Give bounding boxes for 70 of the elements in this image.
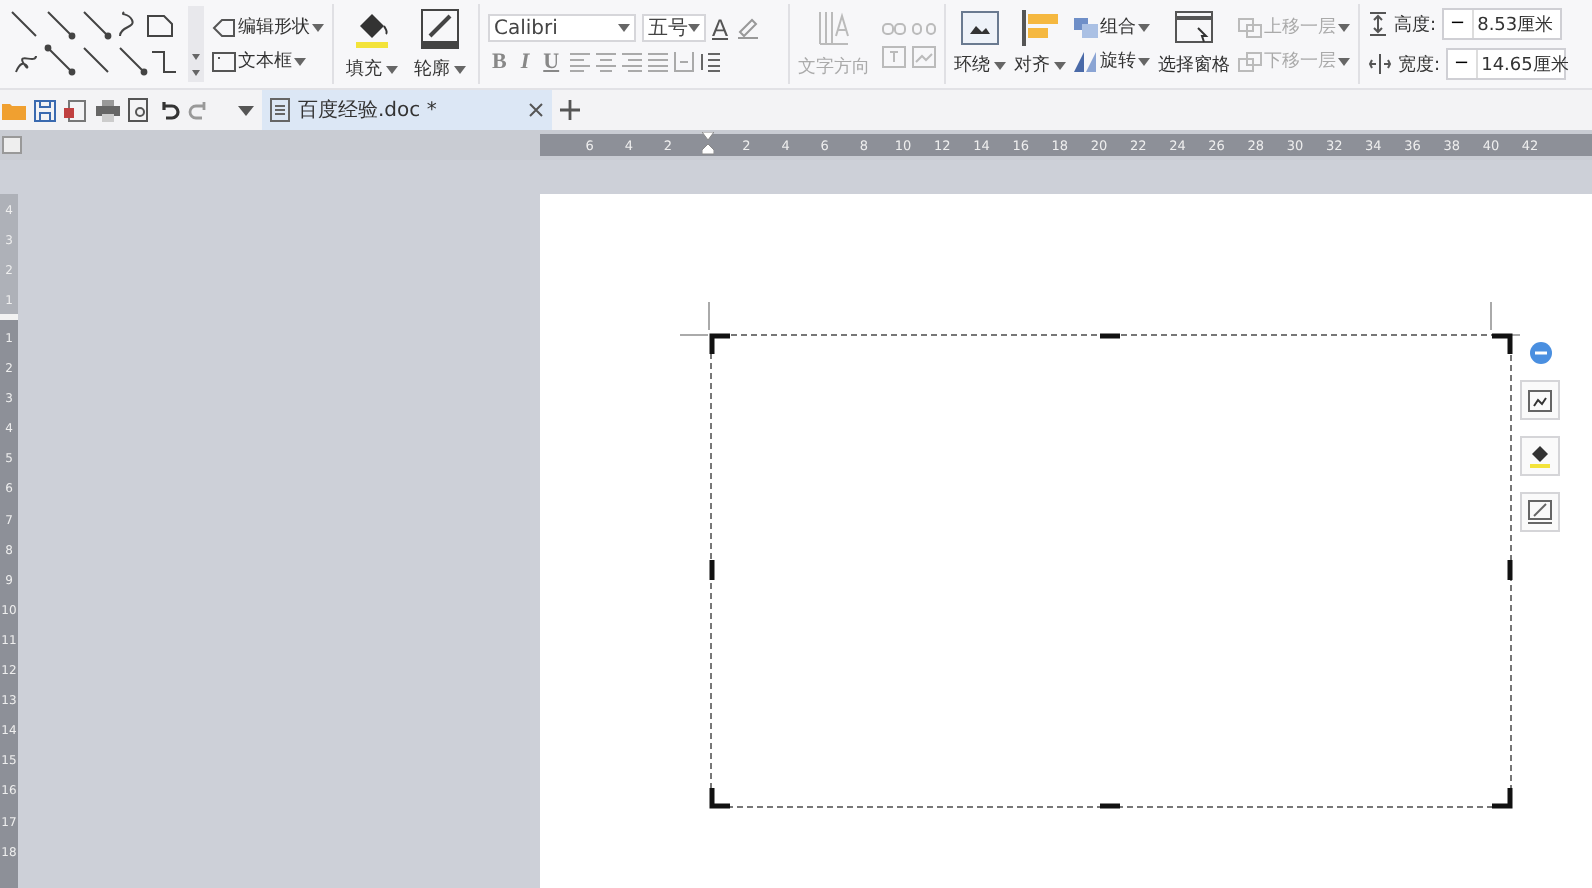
print-icon[interactable] xyxy=(96,99,120,121)
height-field[interactable]: − 8.53厘米 xyxy=(1442,8,1563,40)
font-name-dropdown[interactable]: Calibri xyxy=(488,14,636,42)
caret-icon xyxy=(1054,61,1066,69)
window-pane-icon xyxy=(1174,10,1214,46)
rotate-triangle-icon xyxy=(1074,51,1098,71)
caret-icon xyxy=(688,24,700,32)
width-field[interactable]: − 14.65厘米 xyxy=(1446,48,1567,80)
caret-icon xyxy=(454,65,466,73)
height-icon xyxy=(1368,12,1388,36)
highlight-icon[interactable] xyxy=(734,16,763,40)
decrement-button[interactable]: − xyxy=(1444,10,1474,38)
tab-stop-selector[interactable] xyxy=(2,136,22,154)
fill-button[interactable]: 填充 xyxy=(346,6,398,82)
outline-button[interactable] xyxy=(1520,492,1560,532)
text-box-icon xyxy=(212,51,236,71)
print-preview-icon[interactable] xyxy=(128,98,150,122)
caret-icon xyxy=(386,65,398,73)
undo-icon[interactable] xyxy=(158,100,180,120)
group-squares-icon xyxy=(1074,17,1098,37)
gallery-scroll-icon[interactable] xyxy=(188,6,204,82)
caret-icon xyxy=(618,24,630,32)
edit-shape-button[interactable]: 编辑形状 xyxy=(212,14,324,40)
caret-icon xyxy=(1338,23,1350,31)
width-icon xyxy=(1368,54,1392,74)
new-tab-icon[interactable] xyxy=(560,100,580,120)
indent-marker-icon[interactable] xyxy=(701,132,714,158)
caret-icon xyxy=(1138,57,1150,65)
caret-icon xyxy=(312,23,324,31)
align-bars-icon xyxy=(1020,10,1060,46)
caret-icon xyxy=(1138,23,1150,31)
paint-bucket-icon xyxy=(1528,444,1552,468)
fill-button[interactable] xyxy=(1520,436,1560,476)
caret-icon[interactable] xyxy=(238,105,254,115)
font-size-dropdown[interactable]: 五号 xyxy=(642,14,706,42)
layers-icon xyxy=(1238,17,1262,37)
group-button[interactable]: 组合 xyxy=(1074,14,1150,40)
edit-shape-icon xyxy=(212,17,236,37)
text-direction-icon xyxy=(814,8,854,48)
selection-pane-button[interactable]: 选择窗格 xyxy=(1158,10,1230,78)
document-tab[interactable]: 百度经验.doc * xyxy=(262,90,552,130)
text-box-button[interactable]: 文本框 xyxy=(212,48,324,74)
image-frame-icon xyxy=(912,45,936,67)
font-color-button[interactable]: A xyxy=(712,14,729,42)
redo-icon[interactable] xyxy=(188,100,210,120)
document-icon xyxy=(270,98,290,122)
pen-outline-icon xyxy=(418,6,462,50)
height-label: 高度: xyxy=(1394,13,1437,37)
caret-icon xyxy=(994,61,1006,69)
crop-mark xyxy=(680,301,710,336)
unlink-icon xyxy=(912,21,936,37)
pen-outline-icon xyxy=(1528,500,1552,524)
shape-gallery-drawing[interactable] xyxy=(8,8,180,80)
caret-icon xyxy=(1338,57,1350,65)
wrap-button[interactable]: 环绕 xyxy=(954,10,1006,78)
crop-mark xyxy=(1490,301,1520,336)
layout-options-button[interactable] xyxy=(1520,380,1560,420)
width-label: 宽度: xyxy=(1398,53,1441,77)
link-icon xyxy=(882,21,906,37)
layers-icon xyxy=(1238,51,1262,71)
decrement-button[interactable]: − xyxy=(1448,50,1478,78)
text-frame-icon xyxy=(882,45,906,67)
collapse-icon[interactable] xyxy=(1529,342,1551,364)
close-icon[interactable] xyxy=(528,102,544,118)
rotate-button[interactable]: 旋转 xyxy=(1074,48,1150,74)
picture-frame-icon xyxy=(1528,389,1552,411)
align-button[interactable]: 对齐 xyxy=(1014,10,1066,78)
caret-icon xyxy=(294,57,306,65)
outline-button[interactable]: 轮廓 xyxy=(414,6,466,82)
save-icon[interactable] xyxy=(34,99,56,121)
